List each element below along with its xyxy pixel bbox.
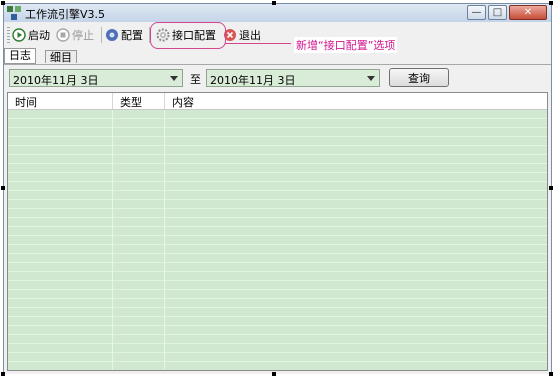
stop-button[interactable]: 停止 — [56, 26, 94, 44]
chevron-down-icon[interactable] — [367, 76, 375, 81]
resize-handle[interactable] — [549, 1, 553, 5]
resize-handle[interactable] — [272, 372, 276, 376]
annotation-line — [225, 43, 291, 44]
annotation-highlight — [150, 22, 226, 49]
from-date-value: 2010年11月 3日 — [13, 74, 99, 87]
to-date-picker[interactable]: 2010年11月 3日 — [206, 69, 380, 87]
toolbar: 启动 停止 配置 接口配置 退出 — [4, 23, 551, 48]
resize-handle[interactable] — [549, 186, 553, 190]
log-panel: 2010年11月 3日 至 2010年11月 3日 查询 时间 类型 内容 — [4, 64, 551, 374]
close-icon: ✕ — [523, 6, 533, 18]
start-label: 启动 — [28, 29, 50, 42]
grid-body[interactable] — [8, 110, 547, 370]
config-button[interactable]: 配置 — [105, 26, 143, 44]
stop-icon — [56, 28, 70, 42]
column-header-type[interactable]: 类型 — [120, 94, 142, 110]
start-button[interactable]: 启动 — [12, 26, 50, 44]
tab-log[interactable]: 日志 — [4, 48, 36, 64]
app-icon — [7, 6, 21, 20]
tab-strip: 日志 细目 — [4, 48, 551, 64]
to-date-value: 2010年11月 3日 — [210, 74, 296, 87]
settings-icon — [106, 29, 118, 41]
from-date-picker[interactable]: 2010年11月 3日 — [9, 69, 183, 87]
window-title: 工作流引擎V3.5 — [25, 8, 106, 21]
resize-handle[interactable] — [1, 186, 5, 190]
resize-handle[interactable] — [549, 372, 553, 376]
exit-label: 退出 — [239, 29, 261, 42]
chevron-down-icon[interactable] — [170, 76, 178, 81]
grid-header: 时间 类型 内容 — [8, 93, 547, 110]
column-divider[interactable] — [112, 93, 113, 109]
toolbar-grip[interactable] — [7, 27, 10, 43]
query-button[interactable]: 查询 — [389, 68, 449, 87]
app-window: 工作流引擎V3.5 — □ ✕ 启动 停止 配置 接口配置 退出 新增“接口配置… — [3, 3, 552, 374]
minimize-button[interactable]: — — [467, 5, 486, 20]
stop-label: 停止 — [72, 29, 94, 42]
tab-detail[interactable]: 细目 — [45, 50, 77, 64]
grid-column-line — [164, 110, 165, 370]
grid-column-line — [112, 110, 113, 370]
to-label: 至 — [190, 73, 201, 86]
toolbar-separator — [101, 27, 102, 43]
resize-handle[interactable] — [272, 1, 276, 5]
resize-handle[interactable] — [1, 372, 5, 376]
maximize-button[interactable]: □ — [488, 5, 507, 20]
log-grid[interactable]: 时间 类型 内容 — [7, 92, 548, 371]
resize-handle[interactable] — [1, 1, 5, 5]
column-divider[interactable] — [164, 93, 165, 109]
play-icon — [12, 28, 26, 42]
exit-button[interactable]: 退出 — [223, 26, 261, 44]
title-bar: 工作流引擎V3.5 — □ ✕ — [4, 4, 551, 22]
minimize-icon: — — [471, 6, 482, 18]
column-header-time[interactable]: 时间 — [15, 94, 37, 110]
config-label: 配置 — [121, 29, 143, 42]
maximize-icon: □ — [492, 6, 503, 18]
close-button[interactable]: ✕ — [509, 5, 547, 20]
column-header-content[interactable]: 内容 — [172, 94, 194, 110]
